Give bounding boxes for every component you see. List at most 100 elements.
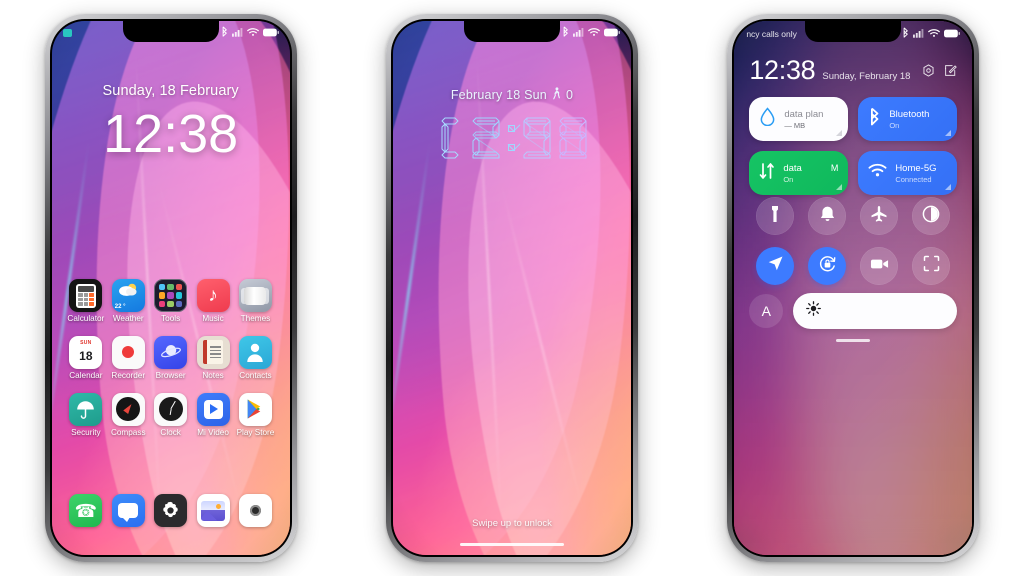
app-tools[interactable]: Tools [150, 279, 190, 324]
calendar-icon: SUN 18 [69, 335, 103, 369]
clock-icon [154, 392, 188, 426]
airplane-icon [870, 205, 888, 228]
digit-colon [505, 113, 518, 163]
bluetooth-icon [221, 24, 228, 42]
weather-icon: 22 ° [111, 279, 145, 312]
app-label: Clock [160, 427, 181, 437]
app-calculator[interactable]: Calculator [66, 279, 106, 324]
phone-2-screen[interactable]: February 18 Sun 0 Swipe up to unlock [392, 21, 631, 555]
digit-1 [441, 117, 459, 159]
phone-1-screen[interactable]: Sunday, 18 February 12:38 Calculator 22 … [51, 21, 290, 555]
battery-icon [944, 25, 961, 43]
wifi-icon [868, 163, 887, 183]
app-grid-1: Calculator 22 ° Weather Tools ♪ Music Th… [66, 279, 276, 438]
toggle-screen-recorder[interactable] [860, 247, 899, 285]
themes-icon [238, 279, 272, 312]
brightness-slider[interactable] [793, 293, 958, 329]
app-browser[interactable]: Browser [150, 335, 190, 381]
toggle-dark-mode[interactable] [912, 197, 951, 235]
dark-mode-icon [922, 205, 940, 228]
control-center-drag-handle[interactable] [836, 339, 871, 342]
data-drop-icon [759, 107, 776, 131]
signal-bars-icon [913, 25, 924, 43]
app-label: Contacts [239, 370, 272, 380]
toggle-location[interactable] [756, 247, 795, 285]
bluetooth-icon [868, 107, 881, 131]
notch-1 [122, 21, 219, 42]
tile-subtitle: On [889, 120, 900, 130]
walking-person-icon [552, 87, 561, 103]
app-label: Compass [110, 427, 146, 437]
bluetooth-icon [562, 24, 569, 42]
notch-3 [805, 21, 902, 42]
dock-item-settings[interactable] [150, 494, 190, 527]
toggle-flashlight[interactable] [756, 197, 795, 235]
screenshot-stage: Sunday, 18 February 12:38 Calculator 22 … [0, 0, 1024, 576]
dock-item-camera[interactable] [235, 494, 275, 527]
dock-item-phone[interactable]: ☎ [66, 494, 106, 527]
edit-pencil-icon[interactable] [944, 64, 957, 82]
app-notification-icon [62, 29, 72, 37]
app-themes[interactable]: Themes [235, 279, 275, 324]
recorder-icon [111, 335, 145, 369]
home-indicator-2[interactable] [459, 543, 564, 546]
battery-icon [262, 24, 279, 42]
battery-icon [603, 24, 620, 42]
lock-time-2 [393, 113, 631, 163]
screen-record-icon [870, 257, 889, 276]
app-weather[interactable]: 22 ° Weather [108, 279, 148, 324]
toggle-screenshot[interactable] [912, 247, 951, 285]
app-security[interactable]: Security [66, 392, 106, 438]
digit-8 [559, 117, 587, 159]
tile-title: data [783, 162, 802, 174]
control-center-header: 12:38 Sunday, February 18 [749, 57, 957, 84]
settings-hex-icon[interactable] [922, 64, 935, 82]
calculator-icon [69, 279, 103, 312]
app-play-store[interactable]: Play Store [235, 392, 275, 438]
app-notes[interactable]: Notes [193, 335, 233, 381]
bell-icon [819, 205, 836, 228]
expand-corner-icon[interactable] [836, 130, 843, 136]
app-label: Weather [112, 314, 144, 323]
cc-time: 12:38 [749, 55, 816, 85]
app-music[interactable]: ♪ Music [193, 279, 233, 324]
step-count: 0 [565, 88, 574, 102]
tile-bluetooth[interactable]: Bluetooth On [858, 97, 958, 141]
notes-icon [196, 335, 230, 369]
app-label: Browser [155, 370, 186, 380]
app-compass[interactable]: Compass [108, 392, 148, 438]
expand-corner-icon[interactable] [836, 184, 843, 190]
quick-tiles: data plan — MB Bluetooth On data M On Ho… [749, 97, 958, 195]
flashlight-icon [767, 205, 783, 228]
toggle-rotation-lock[interactable] [808, 247, 847, 285]
browser-icon [154, 335, 188, 369]
app-mi-video[interactable]: Mi Video [193, 392, 233, 438]
toggle-airplane-mode[interactable] [860, 197, 899, 235]
app-label: Calendar [69, 370, 103, 380]
unlock-hint: Swipe up to unlock [472, 518, 552, 529]
tile-meta: M [830, 163, 839, 173]
digit-2 [472, 117, 500, 159]
security-umbrella-icon [69, 392, 103, 426]
dock-item-gallery[interactable] [193, 494, 233, 527]
dock-item-messages[interactable] [108, 494, 148, 527]
weather-temp: 22 ° [114, 304, 126, 310]
tile-wifi[interactable]: Home-5G Connected [858, 151, 958, 195]
expand-corner-icon[interactable] [945, 184, 952, 190]
lock-date-row-2: February 18 Sun 0 [393, 87, 631, 103]
app-calendar[interactable]: SUN 18 Calendar [66, 335, 106, 381]
app-label: Music [202, 314, 224, 323]
app-contacts[interactable]: Contacts [235, 335, 275, 381]
brightness-row: A [749, 293, 958, 329]
dock-1: ☎ [66, 494, 276, 527]
messages-icon [111, 494, 145, 527]
auto-brightness-button[interactable]: A [749, 294, 784, 328]
toggle-ringer[interactable] [808, 197, 847, 235]
app-recorder[interactable]: Recorder [108, 335, 148, 381]
tile-data-plan[interactable]: data plan — MB [749, 97, 849, 141]
expand-corner-icon[interactable] [945, 130, 952, 136]
tile-mobile-data[interactable]: data M On [749, 151, 849, 195]
phone-3-screen[interactable]: ncy calls only 12:38 Sunday, February 18… [734, 21, 973, 555]
app-clock[interactable]: Clock [150, 392, 190, 438]
lock-date-2: February 18 Sun [450, 88, 547, 102]
